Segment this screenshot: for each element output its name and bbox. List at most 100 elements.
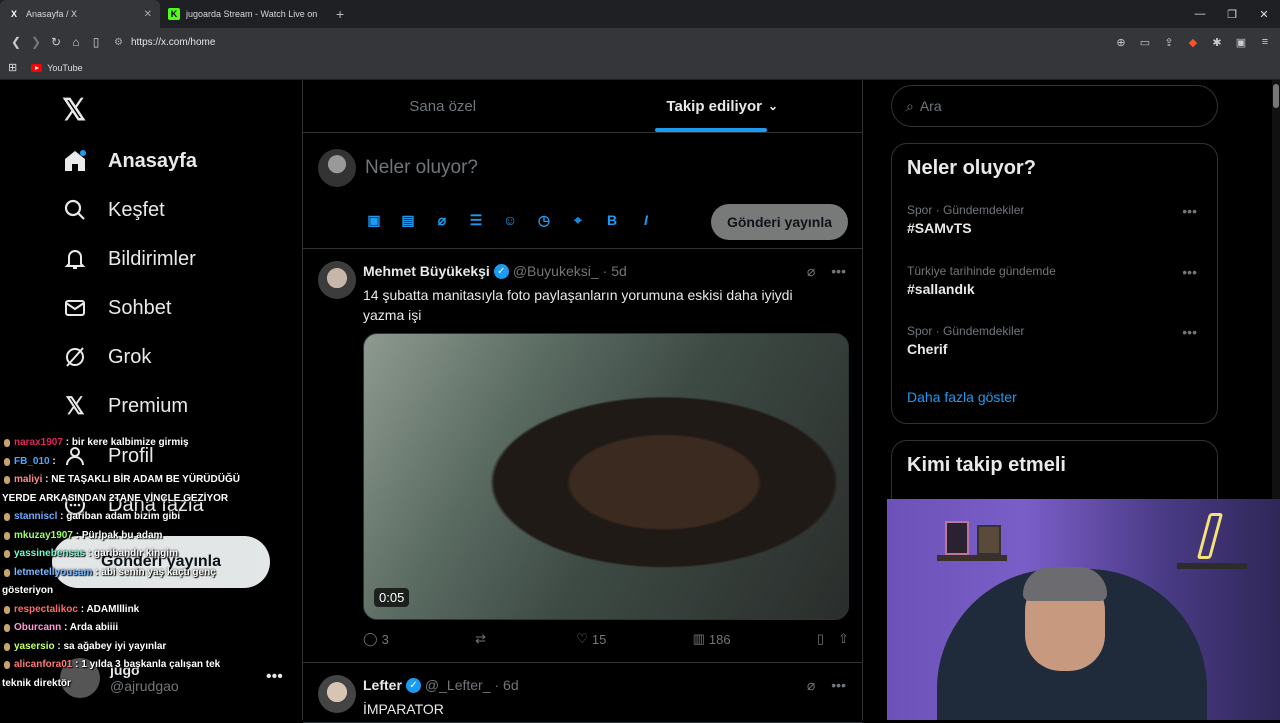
sidebar-item-label: Bildirimler (108, 247, 196, 270)
trend-item[interactable]: Türkiye tarihinde gündemde #sallandık ••… (907, 264, 1203, 297)
brave-shield-icon[interactable]: ◆ (1184, 32, 1202, 52)
forward-icon[interactable]: ❯ (26, 32, 46, 52)
schedule-icon[interactable]: ◷ (535, 211, 553, 229)
chat-message: alicanfora01 : 1 yılda 3 başkanla çalışa… (2, 656, 242, 693)
tab-for-you[interactable]: Sana özel (303, 80, 583, 132)
tweet-age[interactable]: · 6d (495, 677, 519, 693)
home-icon[interactable]: ⌂ (66, 32, 86, 52)
share-icon[interactable]: ⇪ (1160, 32, 1178, 52)
grok-icon[interactable]: ⌀ (807, 677, 815, 694)
extensions-icon[interactable]: ✱ (1208, 32, 1226, 52)
chat-username[interactable]: FB_010 (14, 456, 50, 467)
scrollbar-thumb[interactable] (1273, 84, 1279, 108)
sidebar-item-chat[interactable]: Sohbet (62, 293, 171, 323)
more-icon[interactable]: ••• (831, 263, 846, 280)
gif-icon[interactable]: ▤ (399, 211, 417, 229)
reply-icon: ◯ (363, 631, 378, 646)
sidebar-item-label: Keşfet (108, 198, 165, 221)
sidebar-item-grok[interactable]: Grok (62, 342, 151, 372)
share-icon[interactable]: ⇧ (838, 631, 849, 647)
tab-title: Anasayfa / X (26, 9, 78, 19)
maximize-icon[interactable]: ❐ (1216, 0, 1248, 28)
streamer-hair (1023, 567, 1107, 601)
sidebar-item-explore[interactable]: Keşfet (62, 195, 165, 225)
trend-item[interactable]: Spor · Gündemdekiler #SAMvTS ••• (907, 203, 1203, 236)
reply-button[interactable]: ◯ 3 (363, 631, 389, 647)
trend-item[interactable]: Spor · Gündemdekiler Cherif ••• (907, 324, 1203, 357)
chat-username[interactable]: mkuzay1907 (14, 530, 73, 541)
location-icon[interactable]: ⌖ (569, 211, 587, 229)
chat-username[interactable]: alicanfora01 (14, 659, 72, 670)
sidebar-item-premium[interactable]: 𝕏 Premium (62, 391, 188, 421)
chat-message: Oburcann : Arda abiiii (2, 619, 242, 638)
chat-username[interactable]: respectalikoc (14, 604, 78, 615)
bold-icon[interactable]: B (603, 211, 621, 229)
close-window-icon[interactable]: ✕ (1248, 0, 1280, 28)
more-icon[interactable]: ••• (1182, 324, 1197, 340)
tab-following[interactable]: Takip ediliyor ⌄ (583, 80, 863, 132)
author-name[interactable]: Mehmet Büyükekşi (363, 263, 490, 279)
browser-tab-kick[interactable]: K jugoarda Stream - Watch Live on Kick (160, 0, 326, 28)
image-icon[interactable]: ▣ (365, 211, 383, 229)
new-tab-button[interactable]: + (326, 0, 354, 28)
search-input[interactable]: ⌕ Ara (891, 85, 1218, 127)
minimize-icon[interactable]: — (1184, 0, 1216, 28)
author-handle[interactable]: @_Lefter_ (425, 677, 491, 693)
chat-username[interactable]: yassinebensas (14, 548, 85, 559)
more-icon[interactable]: ••• (1182, 203, 1197, 219)
more-icon[interactable]: ••• (1182, 264, 1197, 280)
chat-username[interactable]: narax1907 (14, 437, 63, 448)
trend-topic: #SAMvTS (907, 220, 972, 236)
sidebar-item-notifications[interactable]: Bildirimler (62, 244, 196, 274)
tweet[interactable]: Lefter ✓ @_Lefter_ · 6d ⌀ ••• İMPARATOR (303, 663, 862, 723)
stream-chat-overlay: narax1907 : bir kere kalbimize girmiş FB_… (2, 434, 242, 693)
chat-username[interactable]: letmetellyousam (14, 567, 92, 578)
bookmark-label: YouTube (47, 62, 83, 73)
back-icon[interactable]: ❮ (6, 32, 26, 52)
emoji-icon[interactable]: ☺ (501, 211, 519, 229)
views-button[interactable]: ▥ 186 (693, 631, 731, 647)
reload-icon[interactable]: ↻ (46, 32, 66, 52)
list-icon[interactable]: ☰ (467, 211, 485, 229)
wallet-icon[interactable]: ▣ (1232, 32, 1250, 52)
menu-icon[interactable]: ≡ (1256, 32, 1274, 52)
trend-context: Spor · Gündemdekiler (907, 203, 1025, 217)
tweet-text: İMPARATOR (363, 701, 444, 717)
close-tab-icon[interactable]: ✕ (144, 9, 152, 20)
author-name[interactable]: Lefter (363, 677, 402, 693)
site-info-icon[interactable]: ⚙ (114, 37, 123, 48)
bookmark-youtube[interactable]: YouTube (31, 62, 83, 73)
x-logo-icon[interactable]: 𝕏 (62, 93, 86, 128)
grok-icon[interactable]: ⌀ (433, 211, 451, 229)
chat-username[interactable]: maliyi (14, 474, 42, 485)
sidebar-item-label: Anasayfa (108, 149, 197, 172)
apps-grid-icon[interactable]: ⊞ (8, 61, 17, 74)
show-more-link[interactable]: Daha fazla göster (907, 389, 1017, 405)
italic-icon[interactable]: I (637, 211, 655, 229)
retweet-button[interactable]: ⇄ (475, 631, 490, 647)
chat-message: respectalikoc : ADAMlllink (2, 601, 242, 620)
chat-username[interactable]: yasersio (14, 641, 55, 652)
browser-tab-x[interactable]: X Anasayfa / X ✕ (0, 0, 160, 28)
chevron-down-icon: ⌄ (768, 99, 779, 113)
compose-input[interactable]: Neler oluyor? (365, 157, 478, 179)
trends-title: Neler oluyor? (907, 157, 1036, 179)
bookmark-icon[interactable]: ▯ (817, 631, 824, 647)
cast-icon[interactable]: ▭ (1136, 32, 1154, 52)
bookmark-icon[interactable]: ▯ (86, 32, 106, 52)
more-icon[interactable]: ••• (831, 677, 846, 694)
grok-icon[interactable]: ⌀ (807, 263, 815, 280)
chat-username[interactable]: Oburcann (14, 622, 61, 633)
zoom-icon[interactable]: ⊕ (1112, 32, 1130, 52)
like-button[interactable]: ♡ 15 (576, 631, 606, 647)
tweet-video[interactable]: 0:05 (363, 333, 849, 620)
tweet-age[interactable]: · 5d (603, 263, 627, 279)
tweet[interactable]: Mehmet Büyükekşi ✓ @Buyukeksi_ · 5d ⌀ ••… (303, 249, 862, 663)
author-handle[interactable]: @Buyukeksi_ (513, 263, 599, 279)
sidebar-item-home[interactable]: Anasayfa (62, 146, 197, 176)
sidebar-item-label: Premium (108, 394, 189, 417)
account-menu-icon[interactable]: ••• (266, 668, 283, 686)
post-button[interactable]: Gönderi yayınla (711, 204, 848, 240)
url-field[interactable]: ⚙ https://x.com/home (114, 37, 215, 48)
chat-username[interactable]: stanniscl (14, 511, 57, 522)
